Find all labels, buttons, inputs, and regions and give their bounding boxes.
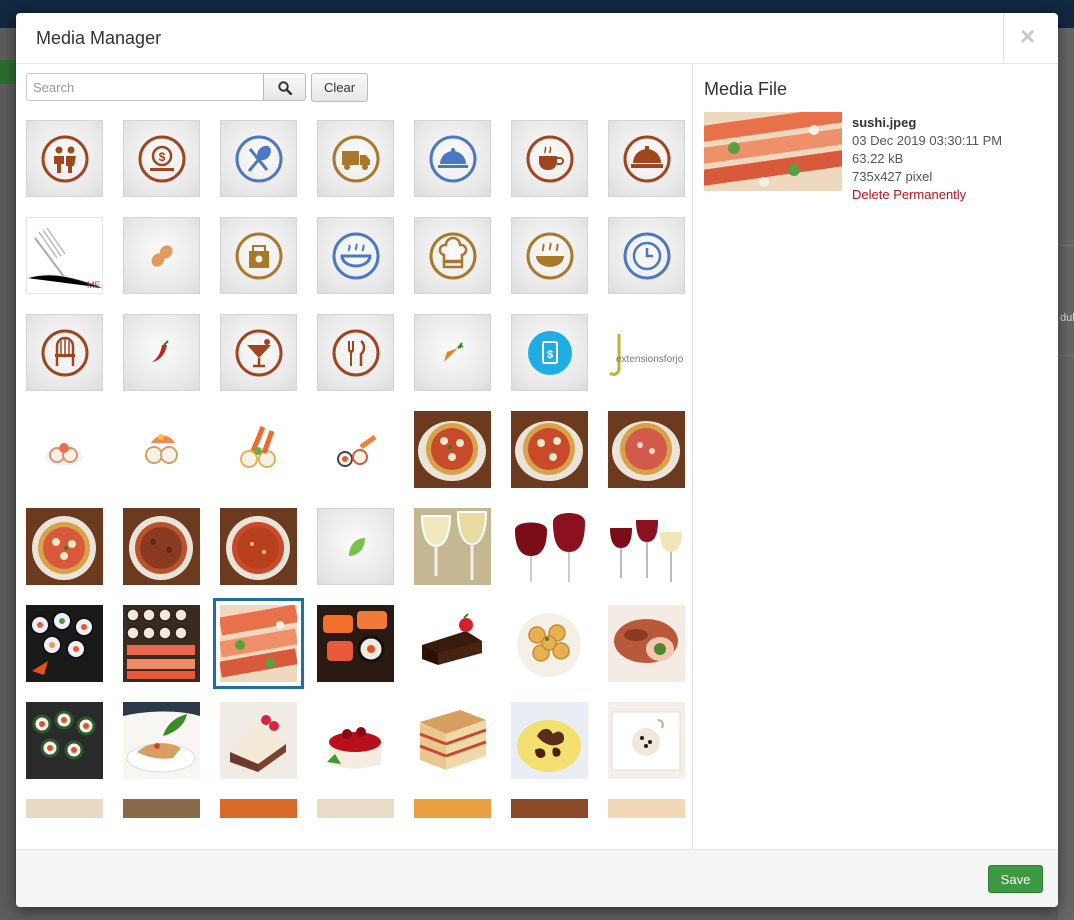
sushi-roll-photo[interactable]: [26, 411, 103, 488]
file-date: 03 Dec 2019 03:30:11 PM: [852, 133, 1003, 148]
wine-glasses-photo[interactable]: [608, 508, 685, 585]
red-wine-photo[interactable]: [511, 508, 588, 585]
background-panel: [1058, 28, 1074, 920]
media-browser: Clear $: [16, 64, 693, 849]
background-text: dul: [1060, 312, 1074, 324]
search-input[interactable]: [26, 73, 264, 101]
pizza-photo[interactable]: [511, 411, 588, 488]
dialog-title: Media Manager: [36, 28, 162, 48]
food-photo[interactable]: [123, 799, 200, 818]
takeaway-bag-icon[interactable]: [220, 217, 297, 294]
chair-icon[interactable]: [26, 314, 103, 391]
close-button[interactable]: ×: [1020, 23, 1035, 49]
fork-menu-photo[interactable]: ME: [26, 217, 103, 294]
svg-text:$: $: [159, 150, 166, 164]
clear-button[interactable]: Clear: [311, 73, 368, 102]
dessert-plate-photo[interactable]: [608, 702, 685, 779]
sushi-shrimp-photo[interactable]: [123, 411, 200, 488]
sushi-rolls-photo[interactable]: [26, 605, 103, 682]
people-icon[interactable]: [26, 120, 103, 197]
sushi-plate-photo[interactable]: [317, 411, 394, 488]
pizza-photo[interactable]: [414, 411, 491, 488]
food-photo[interactable]: [317, 799, 394, 818]
utensils-icon[interactable]: [220, 120, 297, 197]
dialog-footer: Save: [16, 849, 1058, 907]
tortellini-photo[interactable]: [511, 605, 588, 682]
media-file-heading: Media File: [704, 79, 788, 99]
background-button: [0, 60, 16, 84]
cheesecake-photo[interactable]: [317, 702, 394, 779]
chocolate-cake-photo[interactable]: [414, 605, 491, 682]
fish-dish-photo[interactable]: [123, 702, 200, 779]
pizza-photo[interactable]: [26, 508, 103, 585]
food-photo[interactable]: [220, 799, 297, 818]
serving-dome-icon[interactable]: [414, 120, 491, 197]
search-icon: [278, 81, 292, 95]
lasagna-photo[interactable]: [414, 702, 491, 779]
carrot-icon[interactable]: [414, 314, 491, 391]
peanut-icon[interactable]: [123, 217, 200, 294]
media-preview-image: [704, 112, 842, 191]
shrimp-tempura-photo[interactable]: [220, 411, 297, 488]
sushi-board-photo[interactable]: [26, 702, 103, 779]
meat-roll-photo[interactable]: [608, 605, 685, 682]
delivery-truck-icon[interactable]: [317, 120, 394, 197]
white-wine-photo[interactable]: [414, 508, 491, 585]
delete-permanently-link[interactable]: Delete Permanently: [852, 186, 1002, 204]
search-button[interactable]: [263, 73, 306, 101]
chef-hat-icon[interactable]: [414, 217, 491, 294]
media-manager-dialog: Media Manager × Clear $: [16, 13, 1058, 907]
svg-text:extensionsforjo: extensionsforjo: [616, 354, 684, 365]
chili-icon[interactable]: [123, 314, 200, 391]
media-metadata: sushi.jpeg 03 Dec 2019 03:30:11 PM 63.22…: [852, 114, 1002, 204]
save-button[interactable]: Save: [988, 865, 1043, 893]
octopus-photo[interactable]: [511, 702, 588, 779]
extensionsforjoomla-logo[interactable]: extensionsforjo: [608, 314, 685, 391]
file-dimensions: 735x427 pixel: [852, 169, 933, 184]
svg-text:ME: ME: [87, 280, 101, 290]
background-divider: [1058, 355, 1074, 356]
price-tag-icon[interactable]: $: [511, 314, 588, 391]
file-name: sushi.jpeg: [852, 115, 917, 130]
soup-bowl-icon[interactable]: [317, 217, 394, 294]
pizza-photo[interactable]: [608, 411, 685, 488]
sushi-photo[interactable]: [213, 598, 304, 689]
cloche-icon[interactable]: [608, 120, 685, 197]
food-photo[interactable]: [511, 799, 588, 818]
close-area: ×: [1003, 13, 1058, 64]
pizza-photo[interactable]: [220, 508, 297, 585]
dialog-body: Clear $: [16, 64, 1058, 849]
raspberry-cake-photo[interactable]: [220, 702, 297, 779]
nigiri-photo[interactable]: [317, 605, 394, 682]
coffee-cup-icon[interactable]: [511, 120, 588, 197]
dialog-header: Media Manager ×: [16, 13, 1058, 64]
coin-icon[interactable]: $: [123, 120, 200, 197]
cocktail-icon[interactable]: [220, 314, 297, 391]
media-details-panel: Media File sushi.jpeg 03 Dec 2019 03:30:…: [694, 64, 1058, 849]
food-photo[interactable]: [26, 799, 103, 818]
leaf-icon[interactable]: [317, 508, 394, 585]
sushi-platter-photo[interactable]: [123, 605, 200, 682]
food-photo[interactable]: [608, 799, 685, 818]
fork-knife-icon[interactable]: [317, 314, 394, 391]
clock-icon[interactable]: [608, 217, 685, 294]
svg-text:$: $: [547, 349, 553, 361]
file-size: 63.22 kB: [852, 151, 904, 166]
food-photo[interactable]: [414, 799, 491, 818]
hot-bowl-icon[interactable]: [511, 217, 588, 294]
media-grid: $ ME $ extensionsforjo: [26, 120, 686, 820]
background-divider: [1058, 245, 1074, 246]
pizza-photo[interactable]: [123, 508, 200, 585]
